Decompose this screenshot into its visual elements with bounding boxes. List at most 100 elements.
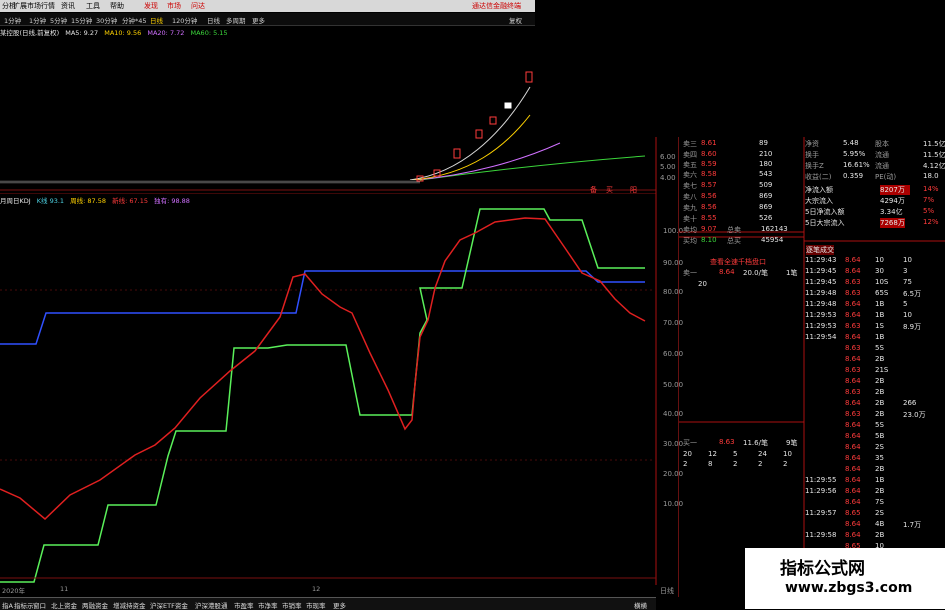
- tick-n: 1.7万: [903, 521, 922, 529]
- tick-v: 65S: [875, 289, 889, 297]
- tick-n: 5: [903, 300, 908, 308]
- ma10-line: [411, 114, 531, 181]
- price-tick: 6.00: [660, 153, 676, 161]
- date-label: 2020年: [2, 587, 26, 595]
- tick-v: 2B: [875, 355, 885, 363]
- candle: [489, 116, 497, 125]
- tf-tab[interactable]: 120分钟: [172, 15, 197, 25]
- tick-v: 1S: [875, 322, 884, 330]
- logo-url: www.zbgs3.com: [785, 580, 913, 596]
- tick-p: 8.64: [845, 465, 861, 473]
- date-axis: 2020年 11 12: [0, 585, 656, 595]
- candle: [453, 148, 461, 159]
- tf-tab[interactable]: 15分钟: [71, 15, 92, 25]
- tick-v: 7S: [875, 498, 884, 506]
- candle-group: [0, 180, 420, 184]
- tick-n: 10: [903, 256, 912, 264]
- tick-v: 2S: [875, 509, 884, 517]
- tf-tab[interactable]: 日线: [207, 15, 220, 25]
- tf-tab[interactable]: 30分钟: [96, 15, 117, 25]
- kdj-chart[interactable]: [0, 193, 678, 585]
- tick-t: 11:29:45: [805, 278, 837, 286]
- tick-p: 8.63: [845, 366, 861, 374]
- tf-tab[interactable]: 1分钟: [4, 15, 21, 25]
- menu-item-wenda[interactable]: 问达: [191, 1, 205, 11]
- tick-p: 8.64: [845, 432, 861, 440]
- tick-p: 8.65: [845, 509, 861, 517]
- tick-v: 2B: [875, 399, 885, 407]
- menu-item[interactable]: 资讯: [61, 1, 75, 11]
- bottom-tab-bar: 指A 指标示 窗口 北上资金 两融资金 增减持资金 沪深ETF资金 沪深港股通 …: [0, 597, 656, 610]
- buy1-row: 买一 8.63 11.6/笔 9笔: [683, 438, 798, 447]
- site-logo: 指标公式网 www.zbgs3.com: [745, 548, 945, 609]
- tick-n: 6.5万: [903, 290, 922, 298]
- tick-p: 8.64: [845, 498, 861, 506]
- tick-p: 8.64: [845, 333, 861, 341]
- ma60-line: [419, 155, 646, 181]
- ma-legend: 某控股(日线,前复权) MA5: 9.27 MA10: 9.56 MA20: 7…: [0, 27, 535, 37]
- candle: [504, 102, 512, 109]
- menu-item-discover[interactable]: 发现: [144, 1, 158, 11]
- tick-v: 30: [875, 267, 884, 275]
- menu-item-market[interactable]: 市场: [167, 1, 181, 11]
- date-label: 12: [312, 585, 321, 593]
- tick-p: 8.64: [845, 443, 861, 451]
- tf-tab[interactable]: 多周期: [226, 15, 246, 25]
- timeframe-bar: 1分钟 1分钟 5分钟 15分钟 30分钟 分钟*45 日线 120分钟 日线 …: [0, 13, 535, 26]
- tick-p: 8.63: [845, 289, 861, 297]
- tick-p: 8.64: [845, 355, 861, 363]
- menu-item[interactable]: 帮助: [110, 1, 124, 11]
- tick-v: 4B: [875, 520, 885, 528]
- candle: [525, 71, 533, 83]
- sell1-queue: 20: [698, 280, 707, 288]
- menu-item[interactable]: 工具: [86, 1, 100, 11]
- ma10-label: MA10: 9.56: [104, 29, 142, 37]
- tick-p: 8.64: [845, 520, 861, 528]
- tf-tab[interactable]: 5分钟: [50, 15, 67, 25]
- tick-t: 11:29:48: [805, 300, 837, 308]
- tick-n: 75: [903, 278, 912, 286]
- period-label: 日线: [660, 587, 674, 595]
- tick-t: 11:29:53: [805, 322, 837, 330]
- price-chart[interactable]: [0, 37, 678, 193]
- tick-v: 1B: [875, 311, 885, 319]
- tick-p: 8.64: [845, 256, 861, 264]
- tick-p: 8.64: [845, 311, 861, 319]
- kdj-green-line: [0, 208, 645, 583]
- tick-p: 8.64: [845, 487, 861, 495]
- tick-n: 23.0万: [903, 411, 926, 419]
- promo-label[interactable]: 通达信金融终端: [472, 1, 521, 11]
- sell1-row: 卖一 8.64 20.0/笔 1笔: [683, 268, 798, 277]
- restore-button[interactable]: 复权: [509, 15, 522, 25]
- queue-link[interactable]: 查看全速千档盘口: [710, 257, 766, 267]
- kdj-blue-line: [0, 270, 645, 345]
- tf-tab[interactable]: 1分钟: [29, 15, 46, 25]
- tick-v: 2B: [875, 531, 885, 539]
- tick-v: 1B: [875, 333, 885, 341]
- tick-t: 11:29:45: [805, 267, 837, 275]
- tick-v: 2B: [875, 487, 885, 495]
- tick-v: 5S: [875, 344, 884, 352]
- tick-p: 8.64: [845, 421, 861, 429]
- ma5-line: [409, 86, 531, 181]
- tick-v: 35: [875, 454, 884, 462]
- tick-p: 8.63: [845, 344, 861, 352]
- ticks-title: 逐笔成交: [806, 245, 834, 255]
- ma20-line: [414, 142, 561, 181]
- tf-tab-more[interactable]: 更多: [252, 15, 265, 25]
- tick-p: 8.63: [845, 410, 861, 418]
- tick-v: 1B: [875, 476, 885, 484]
- tick-v: 2B: [875, 388, 885, 396]
- tick-v: 1B: [875, 300, 885, 308]
- tick-v: 5S: [875, 421, 884, 429]
- tick-n: 3: [903, 267, 908, 275]
- tick-v: 2B: [875, 410, 885, 418]
- logo-title: 指标公式网: [780, 559, 865, 579]
- menu-item[interactable]: 扩展市场行情: [13, 1, 55, 11]
- tick-p: 8.64: [845, 377, 861, 385]
- ma60-label: MA60: 5.15: [190, 29, 228, 37]
- tick-t: 11:29:54: [805, 333, 837, 341]
- tf-tab-daily[interactable]: 日线: [150, 15, 163, 25]
- tick-v: 10S: [875, 278, 889, 286]
- tf-tab[interactable]: 分钟*45: [122, 15, 147, 25]
